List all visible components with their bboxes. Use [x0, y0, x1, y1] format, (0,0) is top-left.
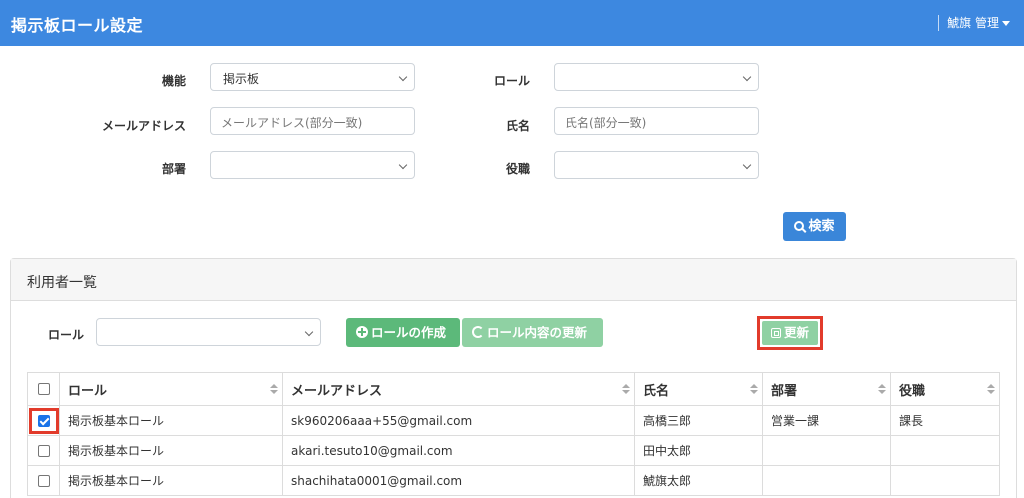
email-placeholder: メールアドレス(部分一致)	[221, 116, 363, 130]
email-label: メールアドレス	[101, 119, 186, 133]
chevron-down-icon	[304, 327, 314, 337]
update-button-label: 更新	[783, 325, 809, 340]
update-button[interactable]: 更新	[762, 321, 818, 345]
update-highlight: 更新	[757, 316, 823, 350]
cell-dept: 営業一課	[762, 405, 891, 436]
select-all-checkbox[interactable]	[37, 383, 50, 395]
column-header-email[interactable]: メールアドレス	[282, 372, 635, 406]
table-header-row: ロール メールアドレス 氏名 部署 役職	[27, 372, 1000, 406]
email-input[interactable]: メールアドレス(部分一致)	[210, 107, 415, 135]
create-role-label: ロールの作成	[371, 325, 447, 340]
dept-label: 部署	[161, 162, 186, 176]
save-icon	[770, 328, 781, 338]
chevron-down-icon	[742, 160, 752, 170]
position-label: 役職	[505, 162, 530, 176]
cell-email: sk960206aaa+55@gmail.com	[282, 405, 635, 436]
feature-select-value: 掲示板	[223, 72, 260, 86]
column-header-position[interactable]: 役職	[890, 372, 1000, 406]
name-label: 氏名	[505, 119, 530, 133]
user-table: ロール メールアドレス 氏名 部署 役職 掲示板基本ロール sk960206aa…	[27, 372, 1000, 496]
column-header-name[interactable]: 氏名	[634, 372, 763, 406]
cell-position	[890, 435, 1000, 466]
cell-position: 課長	[890, 405, 1000, 436]
user-menu[interactable]: 鯱旗 管理	[938, 15, 1010, 31]
panel-title: 利用者一覧	[27, 275, 97, 291]
row-checkbox-cell	[27, 435, 60, 466]
column-header-dept[interactable]: 部署	[762, 372, 891, 406]
search-icon	[794, 221, 805, 231]
row-checkbox[interactable]	[37, 445, 50, 457]
cell-position	[890, 465, 1000, 496]
cell-role: 掲示板基本ロール	[59, 435, 283, 466]
update-role-label: ロール内容の更新	[487, 325, 588, 340]
undo-icon	[472, 326, 484, 338]
cell-email: shachihata0001@gmail.com	[282, 465, 635, 496]
cell-dept	[762, 465, 891, 496]
cell-email: akari.tesuto10@gmail.com	[282, 435, 635, 466]
row-checkbox[interactable]	[37, 475, 50, 487]
cell-dept	[762, 435, 891, 466]
create-role-button[interactable]: ロールの作成	[346, 318, 460, 347]
panel-header: 利用者一覧	[11, 259, 1016, 301]
app-header: 掲示板ロール設定 鯱旗 管理	[0, 0, 1024, 46]
column-header-role[interactable]: ロール	[59, 372, 283, 406]
panel-role-select[interactable]	[96, 318, 321, 346]
chevron-down-icon	[742, 72, 752, 82]
search-button[interactable]: 検索	[783, 212, 846, 241]
dept-select[interactable]	[210, 151, 415, 179]
row-checkbox-checked[interactable]	[37, 414, 50, 427]
row-checkbox-cell	[27, 465, 60, 496]
row-checkbox-cell	[27, 405, 60, 436]
select-all-cell	[27, 372, 60, 406]
page-title: 掲示板ロール設定	[11, 16, 144, 35]
cell-role: 掲示板基本ロール	[59, 465, 283, 496]
search-button-label: 検索	[808, 219, 835, 234]
panel-role-label: ロール	[47, 328, 84, 342]
name-placeholder: 氏名(部分一致)	[565, 116, 647, 130]
caret-down-icon	[1002, 21, 1010, 26]
role-filter-label: ロール	[493, 74, 530, 88]
plus-circle-icon	[356, 326, 368, 338]
update-role-button[interactable]: ロール内容の更新	[462, 318, 603, 347]
role-filter-select[interactable]	[554, 63, 759, 91]
user-name: 鯱旗 管理	[947, 16, 999, 30]
table-row[interactable]: 掲示板基本ロール sk960206aaa+55@gmail.com 高橋三郎 営…	[27, 405, 1000, 436]
table-row[interactable]: 掲示板基本ロール shachihata0001@gmail.com 鯱旗太郎	[27, 465, 1000, 496]
cell-role: 掲示板基本ロール	[59, 405, 283, 436]
chevron-down-icon	[398, 72, 408, 82]
feature-select[interactable]: 掲示板	[210, 63, 415, 91]
position-select[interactable]	[554, 151, 759, 179]
table-row[interactable]: 掲示板基本ロール akari.tesuto10@gmail.com 田中太郎	[27, 435, 1000, 466]
name-input[interactable]: 氏名(部分一致)	[554, 107, 759, 135]
cell-name: 高橋三郎	[634, 405, 763, 436]
checkbox-highlight	[28, 407, 59, 434]
cell-name: 鯱旗太郎	[634, 465, 763, 496]
chevron-down-icon	[398, 160, 408, 170]
cell-name: 田中太郎	[634, 435, 763, 466]
feature-label: 機能	[161, 74, 186, 88]
